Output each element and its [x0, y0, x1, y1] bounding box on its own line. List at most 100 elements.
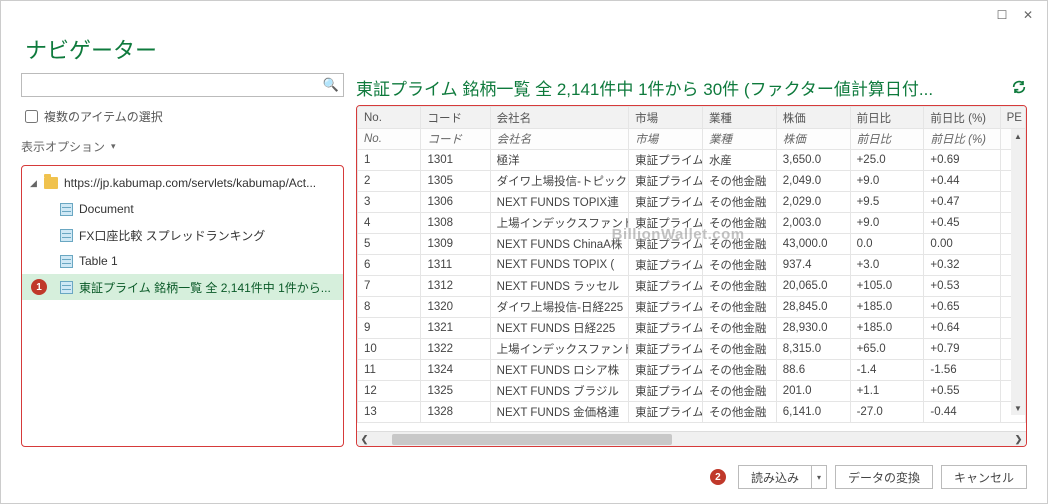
table-row[interactable]: 31306NEXT FUNDS TOPIX連東証プライムその他金融2,029.0…	[358, 192, 1026, 213]
maximize-button[interactable]: ☐	[991, 6, 1013, 24]
column-header[interactable]: 会社名	[490, 107, 628, 129]
table-cell: +65.0	[850, 339, 924, 360]
table-cell: +3.0	[850, 255, 924, 276]
table-row[interactable]: 61311NEXT FUNDS TOPIX (東証プライムその他金融937.4+…	[358, 255, 1026, 276]
table-cell: 6	[358, 255, 421, 276]
table-row[interactable]: 101322上場インデックスファンド中国東証プライムその他金融8,315.0+6…	[358, 339, 1026, 360]
close-button[interactable]: ✕	[1017, 6, 1039, 24]
table-cell: 東証プライム	[629, 297, 703, 318]
table-cell: 東証プライム	[629, 402, 703, 423]
tree-item-label: 東証プライム 銘柄一覧 全 2,141件中 1件から...	[79, 279, 331, 296]
table-row[interactable]: 21305ダイワ上場投信-トピックス東証プライムその他金融2,049.0+9.0…	[358, 171, 1026, 192]
table-cell: +0.55	[924, 381, 1000, 402]
table-cell: 1312	[421, 276, 490, 297]
table-cell: +9.0	[850, 171, 924, 192]
table-cell: ダイワ上場投信-トピックス	[490, 171, 628, 192]
column-header[interactable]: コード	[421, 107, 490, 129]
column-header[interactable]: 市場	[629, 107, 703, 129]
tree-item[interactable]: Table 1	[22, 248, 343, 274]
table-cell: 20,065.0	[776, 276, 850, 297]
table-row[interactable]: 11301極洋東証プライム水産3,650.0+25.0+0.69	[358, 150, 1026, 171]
table-row[interactable]: 51309NEXT FUNDS ChinaA株東証プライムその他金融43,000…	[358, 234, 1026, 255]
table-cell: +0.44	[924, 171, 1000, 192]
source-tree: ◢ https://jp.kabumap.com/servlets/kabuma…	[21, 165, 344, 447]
table-cell: -1.56	[924, 360, 1000, 381]
table-cell: その他金融	[702, 213, 776, 234]
table-cell: 2,029.0	[776, 192, 850, 213]
data-grid[interactable]: No.コード会社名市場業種株価前日比前日比 (%)PE No.コード会社名市場業…	[357, 106, 1026, 431]
tree-item[interactable]: Document	[22, 196, 343, 222]
display-options-label: 表示オプション	[21, 138, 105, 155]
table-cell: その他金融	[702, 276, 776, 297]
table-cell: 8	[358, 297, 421, 318]
data-table: No.コード会社名市場業種株価前日比前日比 (%)PE No.コード会社名市場業…	[357, 106, 1026, 423]
table-cell: 2,049.0	[776, 171, 850, 192]
tree-item[interactable]: 1東証プライム 銘柄一覧 全 2,141件中 1件から...	[22, 274, 343, 300]
table-row[interactable]: 121325NEXT FUNDS ブラジル東証プライムその他金融201.0+1.…	[358, 381, 1026, 402]
table-cell: その他金融	[702, 192, 776, 213]
table-cell: +9.5	[850, 192, 924, 213]
scroll-up-icon[interactable]: ▲	[1011, 129, 1025, 143]
table-subheader-row: No.コード会社名市場業種株価前日比前日比 (%)	[358, 129, 1026, 150]
vertical-scrollbar[interactable]: ▲ ▼	[1011, 129, 1025, 415]
column-header[interactable]: 株価	[776, 107, 850, 129]
table-row[interactable]: 71312NEXT FUNDS ラッセル東証プライムその他金融20,065.0+…	[358, 276, 1026, 297]
multi-select-input[interactable]	[25, 110, 38, 123]
column-header[interactable]: PE	[1000, 107, 1025, 129]
scroll-left-icon[interactable]: ❮	[357, 432, 372, 447]
tree-item[interactable]: FX口座比較 スプレッドランキング	[22, 222, 343, 248]
table-cell: 市場	[629, 129, 703, 150]
scroll-thumb[interactable]	[392, 434, 672, 445]
table-cell: 12	[358, 381, 421, 402]
table-cell: -0.44	[924, 402, 1000, 423]
table-cell: 東証プライム	[629, 381, 703, 402]
table-cell: 上場インデックスファンドTO	[490, 213, 628, 234]
scroll-down-icon[interactable]: ▼	[1011, 401, 1025, 415]
table-cell: +0.45	[924, 213, 1000, 234]
table-cell: 1305	[421, 171, 490, 192]
table-cell: 前日比 (%)	[924, 129, 1000, 150]
scroll-right-icon[interactable]: ❯	[1011, 432, 1026, 447]
left-panel: 🔍 複数のアイテムの選択 表示オプション ▾ ◢ https://jp.kabu…	[21, 73, 356, 447]
table-cell: 水産	[702, 150, 776, 171]
collapse-icon[interactable]: ◢	[30, 178, 40, 189]
table-cell: 東証プライム	[629, 339, 703, 360]
refresh-icon[interactable]	[1011, 79, 1027, 95]
transform-button[interactable]: データの変換	[835, 465, 933, 489]
table-row[interactable]: 91321NEXT FUNDS 日経225東証プライムその他金融28,930.0…	[358, 318, 1026, 339]
load-button[interactable]: 読み込み	[738, 465, 811, 489]
table-cell: 1311	[421, 255, 490, 276]
cancel-button[interactable]: キャンセル	[941, 465, 1027, 489]
column-header[interactable]: 前日比 (%)	[924, 107, 1000, 129]
column-header[interactable]: 前日比	[850, 107, 924, 129]
table-cell: No.	[358, 129, 421, 150]
table-cell: +185.0	[850, 297, 924, 318]
preview-title: 東証プライム 銘柄一覧 全 2,141件中 1件から 30件 (ファクター値計算…	[356, 75, 1001, 100]
table-cell: 7	[358, 276, 421, 297]
titlebar: ☐ ✕	[1, 1, 1047, 29]
table-row[interactable]: 41308上場インデックスファンドTO東証プライムその他金融2,003.0+9.…	[358, 213, 1026, 234]
tree-root-label: https://jp.kabumap.com/servlets/kabumap/…	[64, 176, 316, 190]
table-row[interactable]: 81320ダイワ上場投信-日経225東証プライムその他金融28,845.0+18…	[358, 297, 1026, 318]
table-cell: 東証プライム	[629, 360, 703, 381]
display-options-dropdown[interactable]: 表示オプション ▾	[21, 138, 344, 155]
table-cell: +0.53	[924, 276, 1000, 297]
table-cell: 株価	[776, 129, 850, 150]
table-row[interactable]: 131328NEXT FUNDS 金価格連東証プライムその他金融6,141.0-…	[358, 402, 1026, 423]
horizontal-scrollbar[interactable]: ❮ ❯	[357, 431, 1026, 446]
column-header[interactable]: No.	[358, 107, 421, 129]
tree-root-node[interactable]: ◢ https://jp.kabumap.com/servlets/kabuma…	[22, 170, 343, 196]
search-input[interactable]	[22, 75, 319, 95]
table-cell: NEXT FUNDS 日経225	[490, 318, 628, 339]
table-row[interactable]: 111324NEXT FUNDS ロシア株東証プライムその他金融88.6-1.4…	[358, 360, 1026, 381]
table-cell: 201.0	[776, 381, 850, 402]
multi-select-checkbox[interactable]: 複数のアイテムの選択	[21, 107, 344, 126]
table-cell: +0.32	[924, 255, 1000, 276]
table-header-row: No.コード会社名市場業種株価前日比前日比 (%)PE	[358, 107, 1026, 129]
search-icon[interactable]: 🔍	[319, 77, 343, 93]
navigator-dialog: ☐ ✕ ナビゲーター 🔍 複数のアイテムの選択 表示オプション ▾ ◢ h	[0, 0, 1048, 504]
table-cell: +9.0	[850, 213, 924, 234]
load-dropdown-button[interactable]: ▾	[811, 465, 827, 489]
column-header[interactable]: 業種	[702, 107, 776, 129]
table-cell: 前日比	[850, 129, 924, 150]
